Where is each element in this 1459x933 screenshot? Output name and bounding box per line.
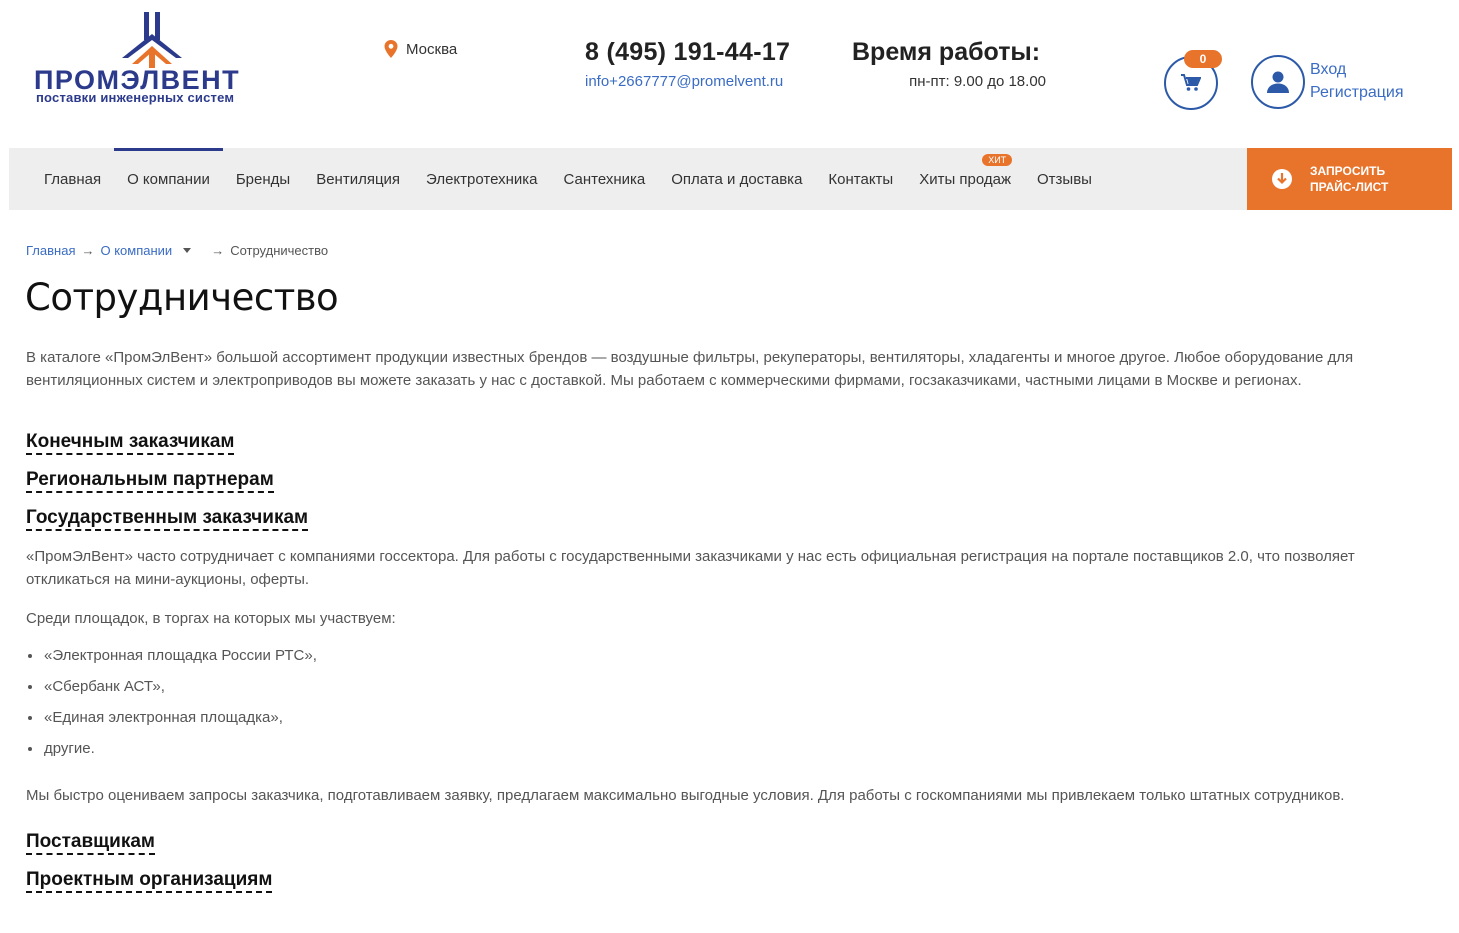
cart-count-badge: 0 [1184,50,1222,68]
page-content: В каталоге «ПромЭлВент» большой ассортим… [26,346,1406,907]
logo-tagline: поставки инженерных систем [36,90,235,105]
breadcrumb-current: Сотрудничество [230,243,329,258]
site-logo[interactable]: ПРОМЭЛВЕНТ поставки инженерных систем [34,12,264,112]
download-icon [1272,169,1292,189]
nav-item-electrical[interactable]: Электротехника [413,148,550,210]
nav-item-home[interactable]: Главная [9,148,114,210]
user-icon [1267,71,1289,93]
email-link[interactable]: info+2667777@promelvent.ru [585,73,790,90]
auth-links: Вход Регистрация [1310,58,1404,104]
nav-item-bestsellers-label: Хиты продаж [919,170,1012,188]
nav-item-brands[interactable]: Бренды [223,148,303,210]
logo-mark-icon [122,12,182,68]
register-link[interactable]: Регистрация [1310,81,1404,104]
request-price-list-label: ЗАПРОСИТЬ ПРАЙС-ЛИСТ [1310,164,1389,194]
government-text: «ПромЭлВент» часто сотрудничает с компан… [26,548,1355,588]
contact-block: 8 (495) 191-44-17 info+2667777@promelven… [585,38,790,90]
breadcrumb-home[interactable]: Главная [26,243,75,258]
hit-badge: ХИТ [982,154,1013,166]
page-title: Сотрудничество [25,276,339,319]
city-selector[interactable]: Москва [384,40,457,58]
list-item: «Сбербанк АСТ», [26,675,1406,706]
chevron-down-icon[interactable] [183,248,192,253]
list-item: «Единая электронная площадка», [26,706,1406,737]
platforms-list: «Электронная площадка России РТС», «Сбер… [26,644,1406,768]
intro-text: В каталоге «ПромЭлВент» большой ассортим… [26,349,1354,389]
nav-item-reviews[interactable]: Отзывы [1024,148,1105,210]
nav-item-plumbing[interactable]: Сантехника [551,148,659,210]
section-end-customers[interactable]: Конечным заказчикам [26,431,235,455]
nav-item-contacts[interactable]: Контакты [815,148,906,210]
breadcrumb-separator: → [211,243,225,258]
list-item: другие. [26,737,1406,768]
hours-value: пн-пт: 9.00 до 18.00 [909,73,1046,90]
breadcrumb: Главная → О компании → Сотрудничество [26,243,328,258]
section-suppliers[interactable]: Поставщикам [26,831,155,855]
section-regional-partners[interactable]: Региональным партнерам [26,469,274,493]
request-price-list-button[interactable]: ЗАПРОСИТЬ ПРАЙС-ЛИСТ [1247,148,1452,210]
city-label: Москва [406,40,458,58]
government-outro: Мы быстро оцениваем запросы заказчика, п… [26,787,1345,804]
location-pin-icon [384,40,398,58]
breadcrumb-separator: → [81,243,95,258]
nav-item-ventilation[interactable]: Вентиляция [303,148,413,210]
phone-number[interactable]: 8 (495) 191-44-17 [585,38,790,67]
breadcrumb-about[interactable]: О компании [100,243,172,258]
platforms-intro: Среди площадок, в торгах на которых мы у… [26,610,396,627]
section-design-organizations[interactable]: Проектным организациям [26,869,273,893]
nav-item-payment-delivery[interactable]: Оплата и доставка [658,148,815,210]
login-link[interactable]: Вход [1310,58,1404,81]
user-account-button[interactable] [1251,55,1305,109]
nav-item-bestsellers[interactable]: Хиты продаж ХИТ [906,148,1024,210]
nav-item-about[interactable]: О компании [114,148,223,210]
cart-icon [1181,74,1201,91]
working-hours: Время работы: пн-пт: 9.00 до 18.00 [852,38,1046,90]
section-government-customers[interactable]: Государственным заказчикам [26,507,309,531]
site-header: ПРОМЭЛВЕНТ поставки инженерных систем Мо… [0,0,1459,148]
hours-title: Время работы: [852,38,1041,66]
list-item: «Электронная площадка России РТС», [26,644,1406,675]
main-nav: Главная О компании Бренды Вентиляция Эле… [9,148,1452,210]
